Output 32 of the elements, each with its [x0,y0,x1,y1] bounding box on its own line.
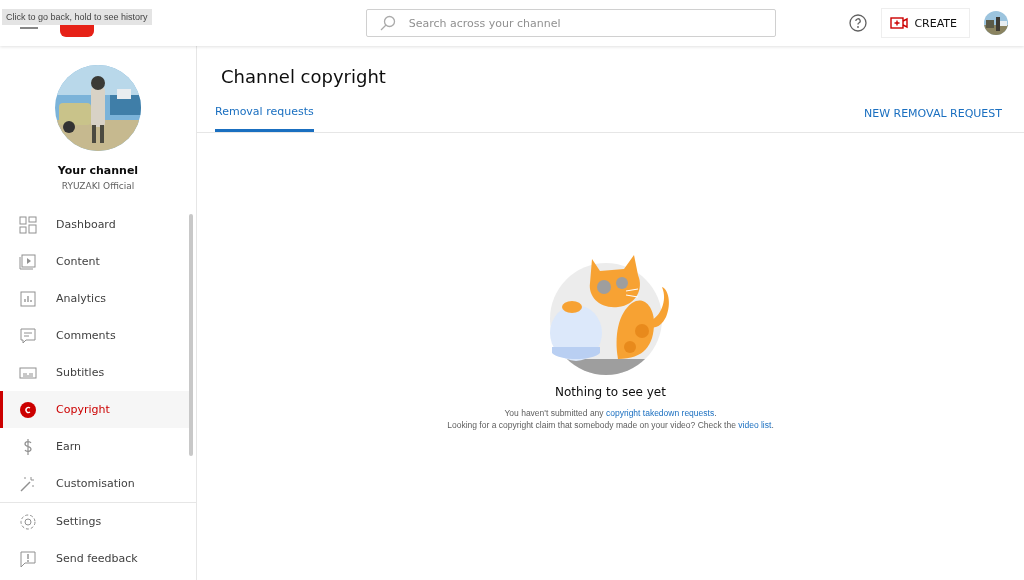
channel-name: RYUZAKI Official [61,181,135,191]
empty-state-text: You haven't submitted any copyright takedown requests. [504,407,717,419]
page-title: Channel copyright [221,66,387,87]
create-button[interactable]: CREATE [881,8,970,38]
sidebar-item[interactable]: Earn [0,428,196,465]
video-icon [19,252,37,271]
feedback-icon [19,549,37,568]
camera-plus-icon [890,17,909,29]
tooltip: Click to go back, hold to see history [2,9,152,25]
channel-title: Your channel [57,164,139,177]
new-removal-request-button[interactable]: NEW REMOVAL REQUEST [863,107,1002,132]
copyright-icon [19,400,37,419]
sidebar-item[interactable]: Subtitles [0,354,196,391]
sidebar-item[interactable]: Send feedback [0,540,196,577]
sidebar-item[interactable]: Settings [0,503,196,540]
sidebar-item[interactable]: Content [0,243,196,280]
bar-chart-icon [19,289,37,308]
search-icon [379,15,396,31]
empty-state-text: Looking for a copyright claim that somebody made on your video? Check the video list. [447,419,774,431]
tab[interactable]: Removal requests [215,105,314,132]
sidebar-item[interactable]: Customisation [0,465,196,502]
sidebar-item[interactable]: Dashboard [0,206,196,243]
sidebar-item[interactable]: Copyright [0,391,189,428]
comment-icon [19,326,37,345]
empty-state-title: Nothing to see yet [555,385,666,399]
sidebar-item[interactable]: Comments [0,317,196,354]
magic-wand-icon [19,474,37,493]
help-icon[interactable] [849,14,868,32]
search-field[interactable]: Search across your channel [365,9,776,37]
settings-icon [19,512,37,531]
sidebar-item[interactable]: Analytics [0,280,196,317]
dashboard-icon [19,215,37,234]
